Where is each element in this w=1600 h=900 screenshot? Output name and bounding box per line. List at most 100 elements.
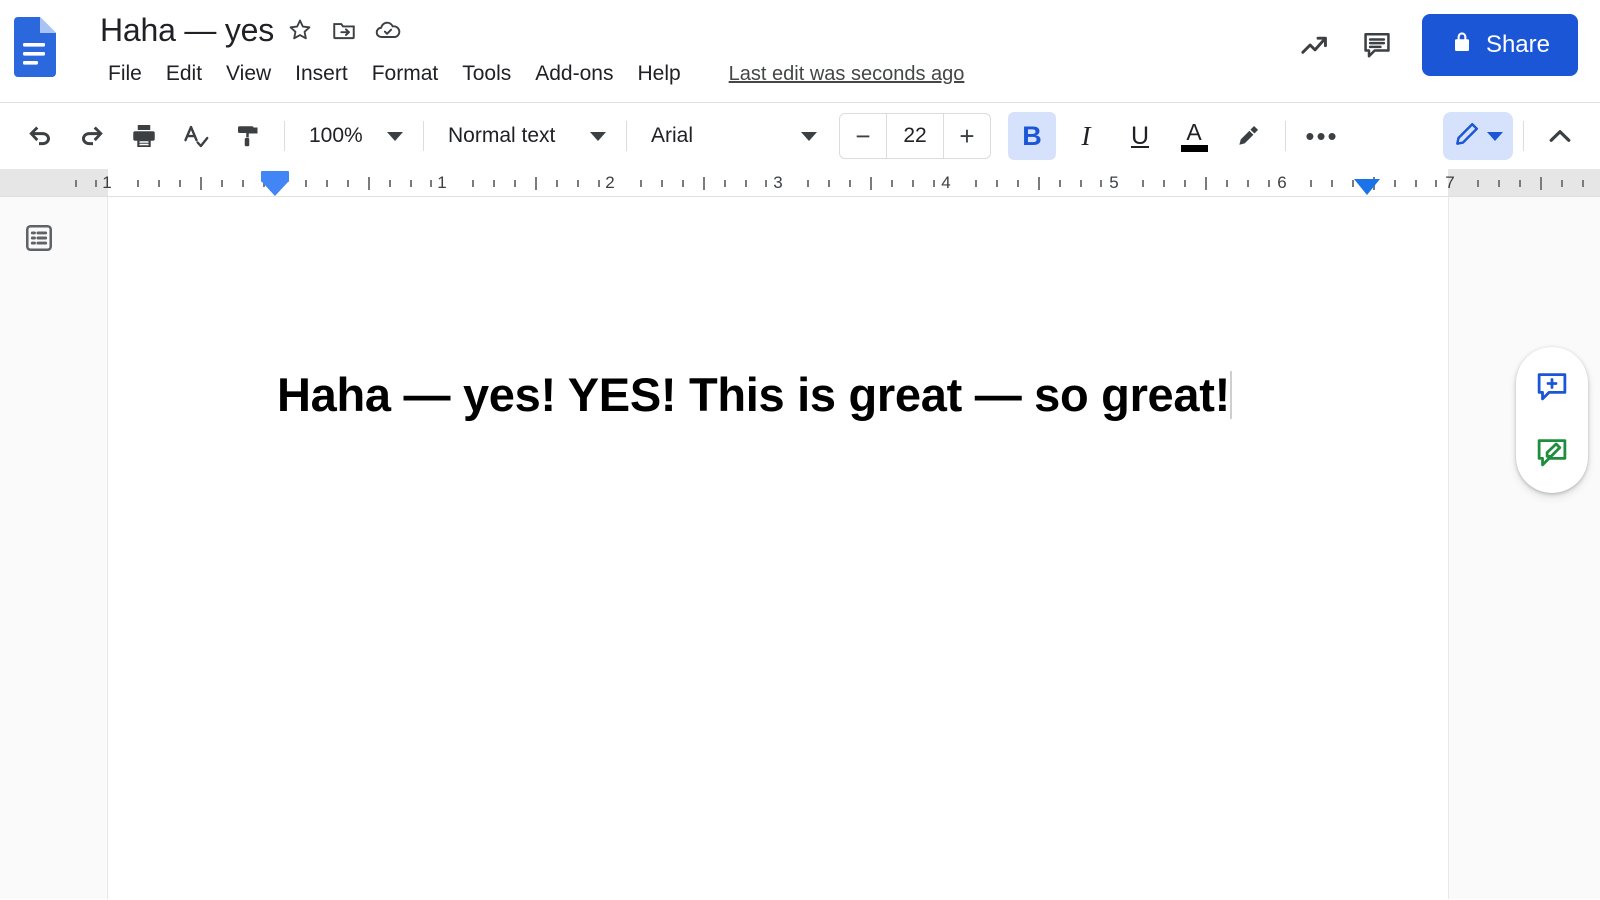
ruler-tick <box>1477 180 1479 187</box>
print-icon[interactable] <box>120 112 168 160</box>
ruler-tick <box>1415 180 1417 187</box>
bold-button[interactable]: B <box>1008 112 1056 160</box>
ruler-tick <box>661 180 663 187</box>
text-color-swatch <box>1180 144 1208 152</box>
zoom-dropdown[interactable]: 100% <box>295 114 413 158</box>
menu-item-insert[interactable]: Insert <box>283 57 360 91</box>
suggest-edit-icon[interactable] <box>1526 427 1578 479</box>
paragraph-style-dropdown[interactable]: Normal text <box>434 114 616 158</box>
add-comment-icon[interactable] <box>1526 361 1578 413</box>
font-family-value: Arial <box>651 124 694 147</box>
document-ruler[interactable]: 1 1 2 3 4 5 6 7 <box>0 169 1600 197</box>
text-cursor <box>1229 371 1232 419</box>
decrease-font-size-button[interactable]: − <box>840 114 886 158</box>
more-options-button[interactable]: ••• <box>1298 112 1346 160</box>
ruler-tick <box>1205 177 1207 190</box>
highlight-pen-icon[interactable] <box>1224 112 1272 160</box>
floating-action-pill <box>1516 347 1588 493</box>
ruler-tick <box>556 180 558 187</box>
lock-icon <box>1450 30 1474 61</box>
menu-item-format[interactable]: Format <box>360 57 451 91</box>
underline-button[interactable]: U <box>1116 112 1164 160</box>
ruler-tick <box>598 180 600 187</box>
paint-format-icon[interactable] <box>224 112 272 160</box>
comment-history-icon[interactable] <box>1346 14 1408 76</box>
ruler-tick <box>933 180 935 187</box>
italic-button[interactable]: I <box>1062 112 1110 160</box>
activity-dashboard-icon[interactable] <box>1284 14 1346 76</box>
ruler-tick <box>996 180 998 187</box>
ruler-tick <box>745 180 747 187</box>
spellcheck-icon[interactable] <box>172 112 220 160</box>
bold-label: B <box>1022 120 1042 151</box>
ruler-number: 3 <box>773 173 783 192</box>
document-body-span: Haha — yes! YES! This is great — so grea… <box>277 368 1230 421</box>
font-size-input[interactable]: 22 <box>886 114 944 158</box>
redo-icon[interactable] <box>68 112 116 160</box>
document-canvas: Haha — yes! YES! This is great — so grea… <box>0 197 1600 899</box>
left-indent-handle[interactable] <box>262 182 288 196</box>
menu-item-help[interactable]: Help <box>625 57 692 91</box>
collapse-toolbar-button[interactable] <box>1536 112 1584 160</box>
left-indent-marker[interactable] <box>261 171 289 196</box>
ruler-tick <box>703 177 705 190</box>
ruler-tick <box>75 180 77 187</box>
menu-item-file[interactable]: File <box>96 57 154 91</box>
document-page[interactable]: Haha — yes! YES! This is great — so grea… <box>108 197 1448 899</box>
ruler-tick <box>1059 180 1061 187</box>
increase-font-size-button[interactable]: + <box>944 114 990 158</box>
google-docs-logo-icon[interactable] <box>12 17 56 77</box>
editing-mode-button[interactable] <box>1443 112 1513 160</box>
document-outline-icon[interactable] <box>22 221 56 255</box>
ruler-number: 5 <box>1109 173 1119 192</box>
ruler-tick <box>1226 180 1228 187</box>
ruler-tick <box>640 180 642 187</box>
ruler-tick <box>682 180 684 187</box>
menu-item-tools[interactable]: Tools <box>450 57 523 91</box>
chevron-down-icon <box>801 131 817 141</box>
right-indent-marker[interactable] <box>1354 179 1380 195</box>
ruler-tick <box>200 177 202 190</box>
share-button[interactable]: Share <box>1421 14 1578 76</box>
ruler-tick <box>1540 177 1542 190</box>
ruler-tick <box>1498 180 1500 187</box>
last-edit-link[interactable]: Last edit was seconds ago <box>729 63 965 86</box>
menu-item-edit[interactable]: Edit <box>154 57 214 91</box>
ruler-tick <box>389 180 391 187</box>
ruler-tick <box>1394 180 1396 187</box>
ruler-tick <box>975 180 977 187</box>
font-family-dropdown[interactable]: Arial <box>637 114 827 158</box>
ruler-number: 6 <box>1277 173 1287 192</box>
text-color-button[interactable]: A <box>1170 112 1218 160</box>
ruler-tick <box>410 180 412 187</box>
toolbar-separator <box>423 121 424 151</box>
toolbar-separator <box>626 121 627 151</box>
toolbar-separator <box>284 121 285 151</box>
chevron-down-icon <box>387 131 403 141</box>
ruler-tick <box>765 180 767 187</box>
ruler-number: 1 <box>437 173 447 192</box>
document-body-text[interactable]: Haha — yes! YES! This is great — so grea… <box>277 367 1337 423</box>
ruler-tick <box>347 180 349 187</box>
first-line-indent-handle[interactable] <box>261 171 289 182</box>
ruler-tick <box>1038 177 1040 190</box>
ruler-tick <box>849 180 851 187</box>
ruler-number: 1 <box>102 173 112 192</box>
ruler-tick <box>1519 180 1521 187</box>
cloud-saved-icon[interactable] <box>366 8 410 52</box>
ruler-tick <box>1017 180 1019 187</box>
star-icon[interactable] <box>278 8 322 52</box>
menu-item-add-ons[interactable]: Add-ons <box>523 57 625 91</box>
ruler-tick <box>221 180 223 187</box>
title-row: Haha — yes <box>96 8 410 52</box>
ruler-tick <box>242 180 244 187</box>
undo-icon[interactable] <box>16 112 64 160</box>
menu-item-view[interactable]: View <box>214 57 283 91</box>
more-options-label: ••• <box>1305 121 1339 151</box>
move-to-folder-icon[interactable] <box>322 8 366 52</box>
font-size-stepper: − 22 + <box>839 113 991 159</box>
document-title[interactable]: Haha — yes <box>96 8 278 52</box>
ruler-tick <box>305 180 307 187</box>
ruler-tick <box>493 180 495 187</box>
ruler-tick <box>137 180 139 187</box>
